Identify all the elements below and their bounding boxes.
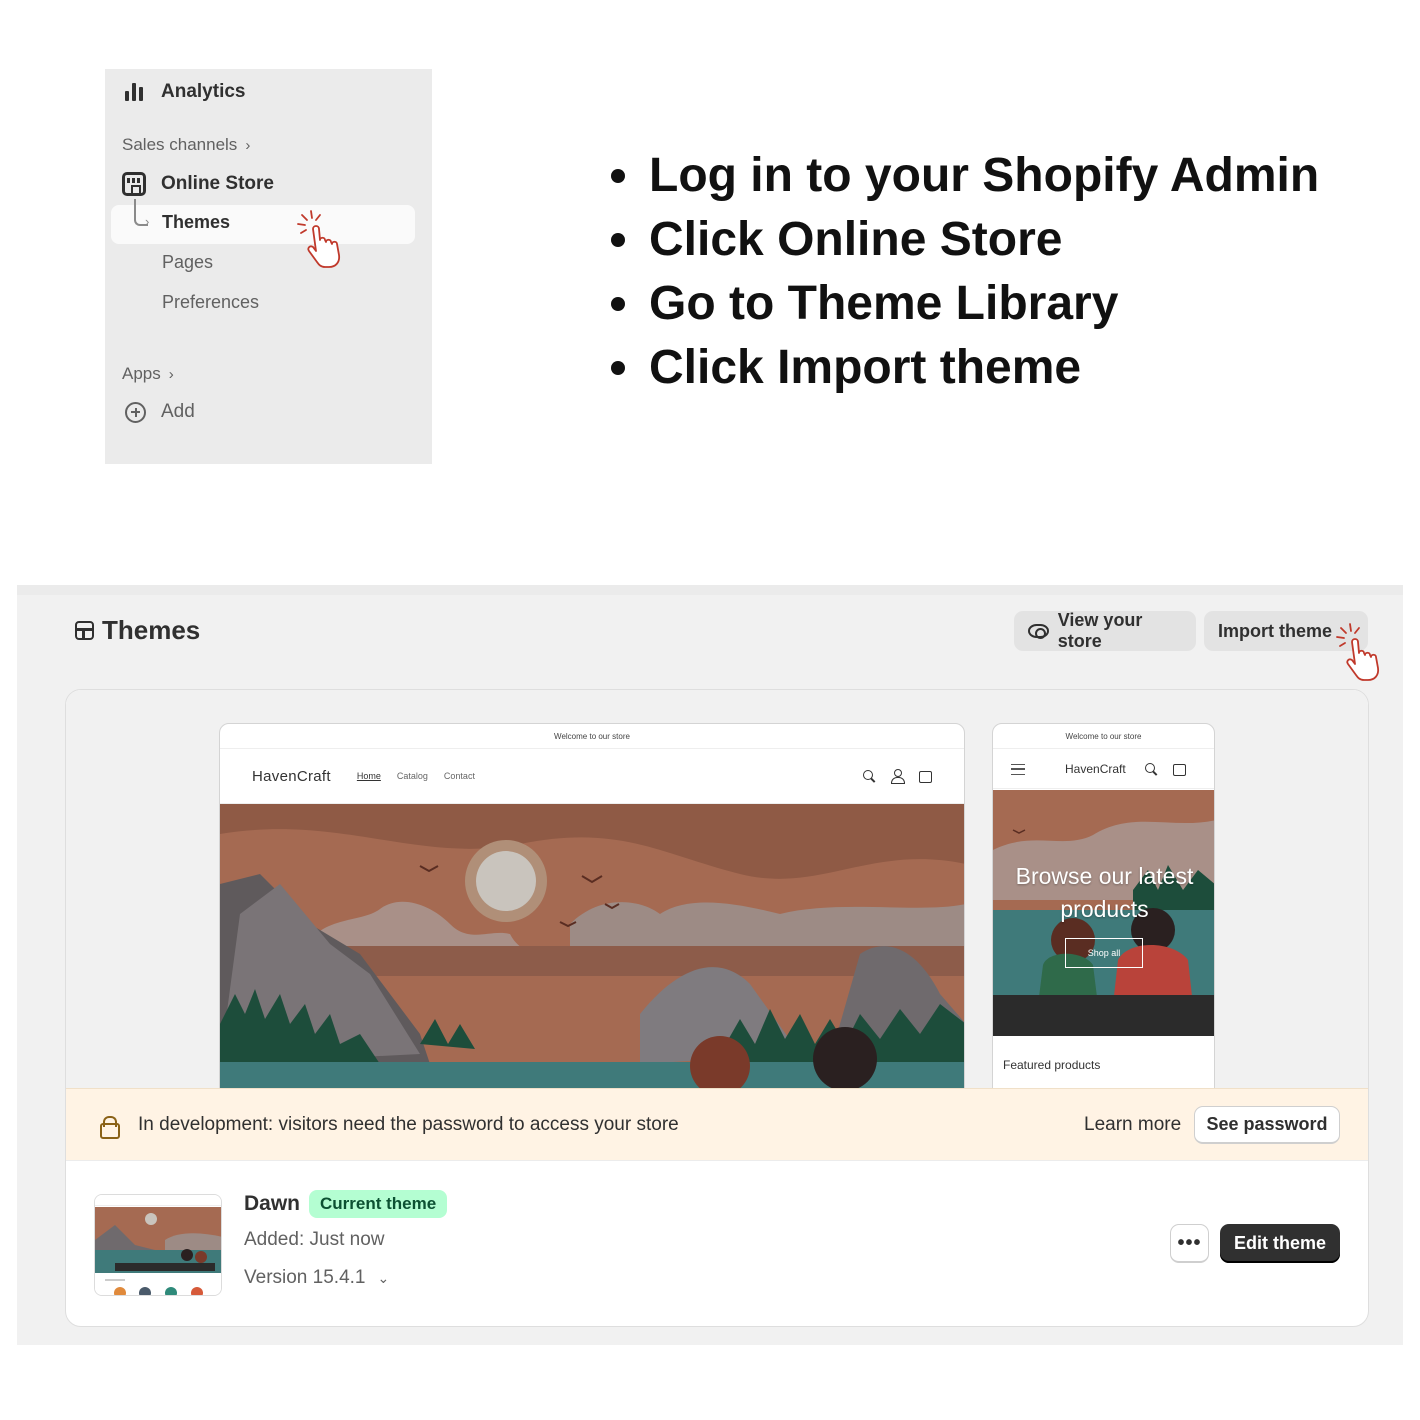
tree-arrow-icon: › [145, 214, 150, 229]
bullet-icon [611, 169, 625, 183]
sidebar-item-label: Online Store [161, 173, 274, 194]
sidebar-item-themes-highlight [111, 205, 415, 244]
store-brand: HavenCraft [1065, 761, 1126, 776]
sidebar-item-analytics[interactable]: Analytics [125, 79, 245, 105]
search-icon [862, 769, 876, 783]
theme-preview[interactable]: Welcome to our store HavenCraft Home Cat… [66, 690, 1368, 1093]
theme-version-dropdown[interactable]: Version 15.4.1 ⌄ [244, 1267, 389, 1289]
desktop-preview: Welcome to our store HavenCraft Home Cat… [219, 723, 965, 1093]
sidebar-item-add[interactable]: Add [125, 401, 195, 423]
bullet-icon [611, 297, 625, 311]
account-icon [890, 769, 905, 784]
cart-icon [918, 769, 932, 783]
sidebar-section-label: Sales channels [122, 135, 238, 154]
development-banner: In development: visitors need the passwo… [66, 1088, 1368, 1161]
nav-catalog: Catalog [396, 771, 428, 781]
bullet-icon [611, 233, 625, 247]
theme-info-row: Dawn Current theme Added: Just now Versi… [66, 1161, 1368, 1326]
themes-admin-panel: Themes View your store Import theme Welc… [17, 585, 1403, 1345]
sidebar-item-online-store[interactable]: Online Store [122, 172, 274, 196]
shop-all-button: Shop all [1065, 938, 1143, 968]
announcement-bar: Welcome to our store [993, 724, 1214, 749]
chevron-right-icon: › [245, 136, 251, 154]
page-title: Themes [75, 615, 200, 646]
menu-icon [1011, 762, 1025, 776]
store-icon [122, 172, 146, 196]
theme-thumbnail [94, 1194, 222, 1296]
instruction-step: Click Online Store [607, 208, 1319, 272]
instruction-step: Go to Theme Library [607, 272, 1319, 336]
bullet-icon [611, 361, 625, 375]
pointer-hand-icon [1336, 623, 1380, 681]
thumbnail-image [95, 1195, 221, 1295]
theme-added-date: Added: Just now [244, 1229, 385, 1250]
analytics-icon [125, 83, 147, 101]
eye-icon [1028, 624, 1049, 639]
pointer-hand-icon [297, 210, 341, 268]
nav-home: Home [356, 771, 381, 781]
chevron-right-icon: › [168, 365, 174, 383]
sidebar-section-label: Apps [122, 364, 161, 383]
store-header: HavenCraft [993, 749, 1214, 789]
announcement-bar: Welcome to our store [220, 724, 964, 749]
theme-name: Dawn [244, 1192, 301, 1215]
current-theme-badge: Current theme [309, 1190, 448, 1218]
hero-heading: Browse our latest products [1015, 863, 1194, 922]
mobile-hero: Browse our latest products Shop all [993, 790, 1214, 1036]
hero-illustration [220, 804, 964, 1092]
nav-contact: Contact [443, 771, 475, 781]
theme-template-icon [75, 621, 94, 640]
sidebar-section-sales-channels[interactable]: Sales channels › [122, 135, 250, 155]
search-icon [1144, 762, 1158, 776]
sidebar-item-label: Add [161, 401, 195, 422]
featured-products-heading: Featured products [1003, 1058, 1101, 1072]
lock-icon [100, 1115, 120, 1139]
instruction-list: Log in to your Shopify Admin Click Onlin… [607, 144, 1319, 400]
plus-circle-icon [125, 401, 146, 423]
learn-more-link[interactable]: Learn more [1084, 1114, 1181, 1136]
see-password-button[interactable]: See password [1194, 1106, 1340, 1144]
current-theme-card: Welcome to our store HavenCraft Home Cat… [65, 689, 1369, 1327]
instruction-step: Click Import theme [607, 336, 1319, 400]
sidebar-item-preferences[interactable]: Preferences [162, 292, 259, 313]
edit-theme-button[interactable]: Edit theme [1220, 1224, 1340, 1263]
instruction-step: Log in to your Shopify Admin [607, 144, 1319, 208]
store-brand: HavenCraft [252, 767, 331, 785]
sidebar-item-label: Analytics [161, 81, 246, 102]
sidebar-item-themes[interactable]: Themes [162, 212, 230, 233]
admin-sidebar: Analytics Sales channels › Online Store … [105, 69, 432, 464]
more-actions-button[interactable]: ••• [1170, 1224, 1209, 1263]
view-store-button[interactable]: View your store [1014, 610, 1196, 651]
cart-icon [1172, 762, 1186, 776]
chevron-down-icon: ⌄ [377, 1269, 390, 1286]
sidebar-section-apps[interactable]: Apps › [122, 364, 174, 384]
banner-message: In development: visitors need the passwo… [138, 1113, 679, 1135]
store-header: HavenCraft Home Catalog Contact [220, 749, 964, 804]
mobile-preview: Welcome to our store HavenCraft Browse o… [992, 723, 1215, 1093]
sidebar-item-pages[interactable]: Pages [162, 252, 213, 273]
